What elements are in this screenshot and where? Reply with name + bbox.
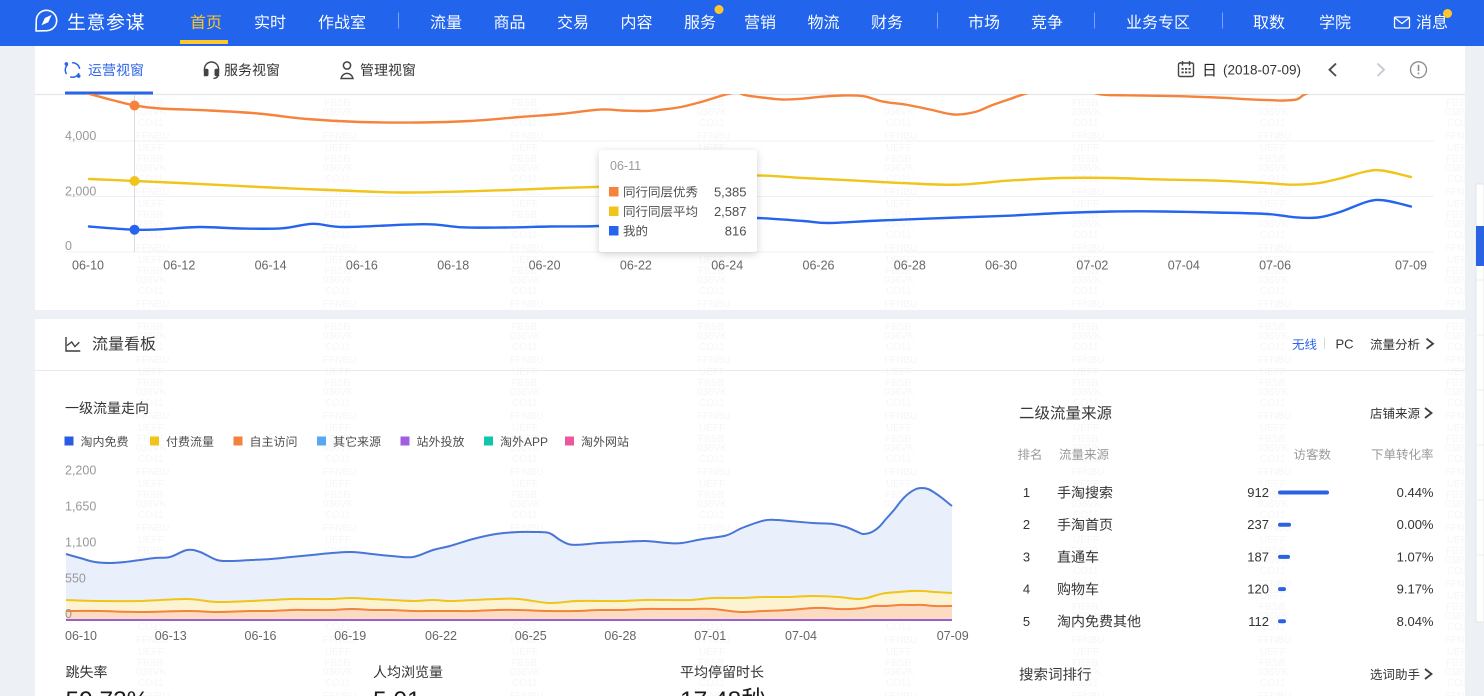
svg-text:1.07%: 1.07% <box>1397 549 1434 564</box>
svg-text:06-20: 06-20 <box>529 259 561 273</box>
svg-text:06-24: 06-24 <box>711 259 743 273</box>
svg-text:06-26: 06-26 <box>803 259 835 273</box>
svg-text:07-06: 07-06 <box>1259 259 1291 273</box>
svg-text:06-16: 06-16 <box>346 259 378 273</box>
svg-text:06-19: 06-19 <box>334 629 366 643</box>
svg-text:2,200: 2,200 <box>65 464 96 478</box>
svg-text:06-14: 06-14 <box>255 259 287 273</box>
svg-text:5: 5 <box>1023 614 1030 629</box>
svg-text:06-16: 06-16 <box>245 629 277 643</box>
svg-text:07-01: 07-01 <box>694 629 726 643</box>
svg-text:PC: PC <box>1336 337 1354 352</box>
svg-text:06-25: 06-25 <box>515 629 547 643</box>
svg-text:07-04: 07-04 <box>785 629 817 643</box>
svg-text:06-13: 06-13 <box>155 629 187 643</box>
svg-text:0.00%: 0.00% <box>1397 517 1434 532</box>
svg-text:APP: APP <box>524 435 548 449</box>
svg-text:1: 1 <box>1023 485 1030 500</box>
svg-text:06-28: 06-28 <box>604 629 636 643</box>
svg-text:(2018-07-09): (2018-07-09) <box>1223 63 1301 78</box>
svg-text:2,000: 2,000 <box>65 185 96 199</box>
svg-text:06-10: 06-10 <box>72 259 104 273</box>
svg-text:4,000: 4,000 <box>65 129 96 143</box>
svg-text:06-11: 06-11 <box>610 159 641 173</box>
svg-text:9.17%: 9.17% <box>1397 582 1434 597</box>
svg-text:06-12: 06-12 <box>163 259 195 273</box>
svg-text:06-22: 06-22 <box>425 629 457 643</box>
svg-text:07-09: 07-09 <box>1395 259 1427 273</box>
svg-text:06-18: 06-18 <box>437 259 469 273</box>
svg-text:06-28: 06-28 <box>894 259 926 273</box>
svg-text:0: 0 <box>65 239 72 253</box>
svg-text:07-04: 07-04 <box>1168 259 1200 273</box>
svg-text:912: 912 <box>1247 485 1269 500</box>
svg-text:187: 187 <box>1247 549 1269 564</box>
svg-text:1,650: 1,650 <box>65 500 96 514</box>
svg-text:120: 120 <box>1247 582 1269 597</box>
svg-text:06-22: 06-22 <box>620 259 652 273</box>
svg-text:0: 0 <box>65 607 72 621</box>
svg-text:5.01: 5.01 <box>373 687 421 696</box>
svg-text:06-10: 06-10 <box>65 629 97 643</box>
svg-text:550: 550 <box>65 572 86 586</box>
svg-text:1,100: 1,100 <box>65 536 96 550</box>
svg-text:06-30: 06-30 <box>985 259 1017 273</box>
svg-text:4: 4 <box>1023 582 1030 597</box>
svg-text:5,385: 5,385 <box>714 185 747 200</box>
svg-text:07-09: 07-09 <box>937 629 969 643</box>
svg-text:2: 2 <box>1023 517 1030 532</box>
svg-text:0.44%: 0.44% <box>1397 485 1434 500</box>
svg-text:2,587: 2,587 <box>714 204 747 219</box>
svg-text:07-02: 07-02 <box>1076 259 1108 273</box>
svg-text:112: 112 <box>1248 614 1269 629</box>
svg-text:59.73%: 59.73% <box>66 687 149 696</box>
svg-text:8.04%: 8.04% <box>1397 614 1434 629</box>
svg-text:3: 3 <box>1023 549 1030 564</box>
svg-text:237: 237 <box>1247 517 1269 532</box>
svg-text:17.48: 17.48 <box>680 687 741 696</box>
svg-text:816: 816 <box>725 224 747 239</box>
